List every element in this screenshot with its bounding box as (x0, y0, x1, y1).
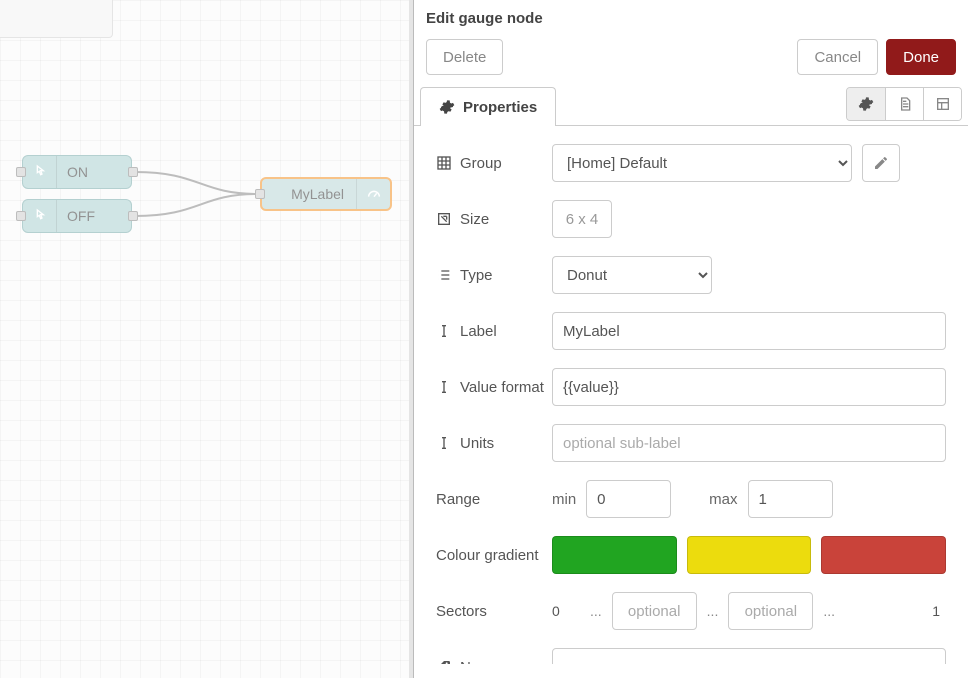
range-min-label: min (552, 491, 576, 508)
tab-label: Properties (463, 99, 537, 116)
gradient-color-2[interactable] (687, 536, 812, 574)
resize-icon (436, 211, 452, 227)
tab-properties[interactable]: Properties (420, 87, 556, 126)
range-label: Range (436, 491, 552, 508)
label-input[interactable] (552, 312, 946, 350)
name-label: Name (436, 659, 552, 665)
wire-on-to-gauge (135, 172, 258, 194)
flow-canvas[interactable]: ON OFF MyLabel (0, 0, 413, 678)
node-on[interactable]: ON (22, 155, 132, 189)
cancel-button[interactable]: Cancel (797, 39, 878, 75)
name-input[interactable] (552, 648, 946, 664)
view-settings-button[interactable] (847, 88, 885, 120)
text-cursor-icon (436, 435, 452, 451)
edit-group-button[interactable] (862, 144, 900, 182)
sectors-dots: ... (707, 603, 719, 619)
gradient-label: Colour gradient (436, 547, 552, 564)
node-off[interactable]: OFF (22, 199, 132, 233)
document-icon (897, 96, 913, 112)
layout-icon (935, 96, 951, 112)
range-max-label: max (709, 491, 737, 508)
gradient-color-1[interactable] (552, 536, 677, 574)
tag-icon (436, 659, 452, 664)
node-label: MyLabel (262, 186, 356, 202)
node-label: OFF (57, 208, 131, 224)
properties-form: Group [Home] Default Size (414, 126, 968, 664)
node-port-out[interactable] (128, 211, 138, 221)
pointer-icon (23, 200, 57, 232)
value-format-label: Value format (436, 379, 552, 396)
sectors-start: 0 (552, 603, 580, 619)
size-label: Size (436, 211, 552, 228)
gauge-icon (356, 179, 390, 209)
units-input[interactable] (552, 424, 946, 462)
done-button[interactable]: Done (886, 39, 956, 75)
gear-icon (858, 96, 874, 112)
group-label: Group (436, 155, 552, 172)
gear-icon (439, 99, 455, 115)
canvas-toolbar (0, 0, 113, 38)
node-port-in[interactable] (255, 189, 265, 199)
size-input[interactable] (552, 200, 612, 238)
pencil-icon (873, 155, 889, 171)
sectors-dots: ... (823, 603, 835, 619)
label-field-label: Label (436, 323, 552, 340)
range-min-input[interactable] (586, 480, 671, 518)
range-max-input[interactable] (748, 480, 833, 518)
sectors-end: 1 (845, 603, 946, 619)
type-label: Type (436, 267, 552, 284)
node-gauge[interactable]: MyLabel (260, 177, 392, 211)
view-info-button[interactable] (885, 88, 923, 120)
panel-tabs: Properties (414, 87, 968, 126)
value-format-input[interactable] (552, 368, 946, 406)
list-icon (436, 267, 452, 283)
text-cursor-icon (436, 379, 452, 395)
node-port-in[interactable] (16, 211, 26, 221)
grid-icon (436, 155, 452, 171)
node-port-in[interactable] (16, 167, 26, 177)
type-select[interactable]: Donut (552, 256, 712, 294)
gradient-color-3[interactable] (821, 536, 946, 574)
panel-title: Edit gauge node (426, 10, 956, 27)
sector-2-input[interactable] (728, 592, 813, 630)
text-cursor-icon (436, 323, 452, 339)
node-port-out[interactable] (128, 167, 138, 177)
node-label: ON (57, 164, 131, 180)
group-select[interactable]: [Home] Default (552, 144, 852, 182)
sectors-dots: ... (590, 603, 602, 619)
wire-off-to-gauge (135, 194, 258, 216)
panel-view-switcher (846, 87, 962, 121)
pointer-icon (23, 156, 57, 188)
units-label: Units (436, 435, 552, 452)
sector-1-input[interactable] (612, 592, 697, 630)
edit-panel: Edit gauge node Delete Cancel Done Prope… (413, 0, 968, 678)
gradient-swatches (552, 536, 946, 574)
delete-button[interactable]: Delete (426, 39, 503, 75)
view-appearance-button[interactable] (923, 88, 961, 120)
sectors-label: Sectors (436, 603, 552, 620)
